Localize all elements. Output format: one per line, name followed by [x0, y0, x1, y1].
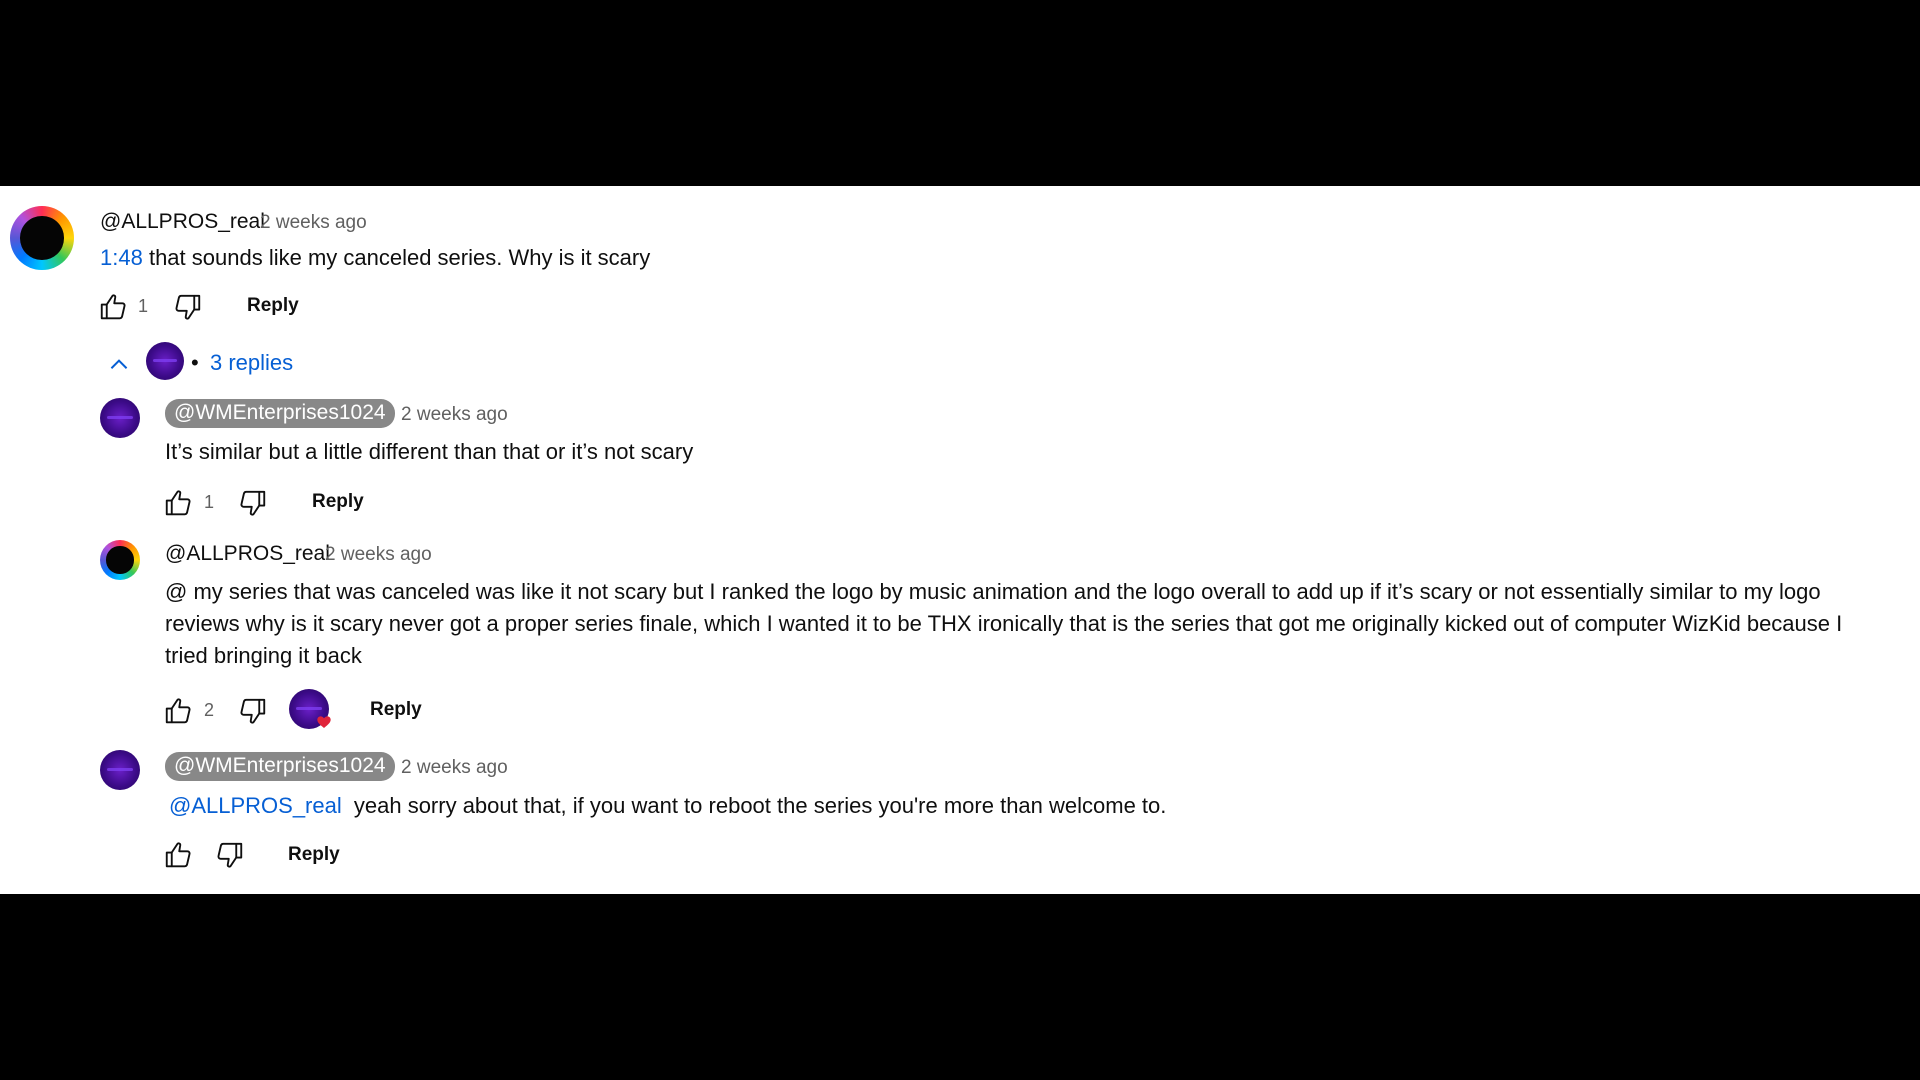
reply-time[interactable]: 2 weeks ago — [401, 404, 508, 426]
reply-button[interactable]: Reply — [288, 844, 340, 866]
heart-icon — [317, 716, 331, 728]
comments-panel: @ALLPROS_real 2 weeks ago 1:48 that soun… — [0, 186, 1920, 894]
avatar[interactable] — [10, 206, 74, 270]
reply-author-chip[interactable]: @WMEnterprises1024 — [165, 399, 395, 428]
comment-author[interactable]: @ALLPROS_real — [100, 210, 265, 234]
reply-text-line: tried bringing it back — [165, 643, 362, 668]
thumb-up-icon[interactable] — [163, 696, 193, 726]
timestamp-link[interactable]: 1:48 — [100, 245, 143, 270]
thumb-down-icon[interactable] — [238, 696, 268, 726]
avatar[interactable] — [100, 398, 140, 438]
thumb-up-icon[interactable] — [163, 488, 193, 518]
separator-dot: • — [191, 350, 199, 375]
reply-text-line: @ my series that was canceled was like i… — [165, 579, 1821, 604]
thumb-up-icon[interactable] — [98, 292, 128, 322]
reply-button[interactable]: Reply — [247, 295, 299, 317]
reply-text: It’s similar but a little different than… — [165, 439, 694, 464]
comment-text: 1:48 that sounds like my canceled series… — [100, 242, 650, 274]
thumb-down-icon[interactable] — [238, 488, 268, 518]
like-count: 1 — [138, 296, 149, 316]
chevron-up-icon[interactable] — [106, 352, 132, 378]
comment-time[interactable]: 2 weeks ago — [260, 212, 367, 234]
avatar — [146, 342, 184, 380]
avatar[interactable] — [100, 540, 140, 580]
reply-button[interactable]: Reply — [370, 699, 422, 721]
thumb-down-icon[interactable] — [173, 292, 203, 322]
reply-button[interactable]: Reply — [312, 491, 364, 513]
reply-time[interactable]: 2 weeks ago — [325, 544, 432, 566]
creator-heart-avatar[interactable] — [289, 689, 331, 729]
like-count: 2 — [204, 700, 215, 720]
comment-body: that sounds like my canceled series. Why… — [148, 245, 651, 270]
avatar[interactable] — [100, 750, 140, 790]
reply-author-chip[interactable]: @WMEnterprises1024 — [165, 752, 395, 781]
reply-time[interactable]: 2 weeks ago — [401, 757, 508, 779]
reply-text: @ALLPROS_real yeah sorry about that, if … — [165, 790, 1166, 822]
thumb-up-icon[interactable] — [163, 840, 193, 870]
reply-text-line: reviews why is it scary never got a prop… — [165, 611, 1843, 636]
mention-link[interactable]: @ALLPROS_real — [169, 793, 342, 818]
thumb-down-icon[interactable] — [215, 840, 245, 870]
like-count: 1 — [204, 492, 215, 512]
reply-author[interactable]: @ALLPROS_real — [165, 542, 330, 566]
replies-toggle[interactable]: 3 replies — [210, 350, 293, 376]
reply-body: yeah sorry about that, if you want to re… — [353, 793, 1167, 818]
